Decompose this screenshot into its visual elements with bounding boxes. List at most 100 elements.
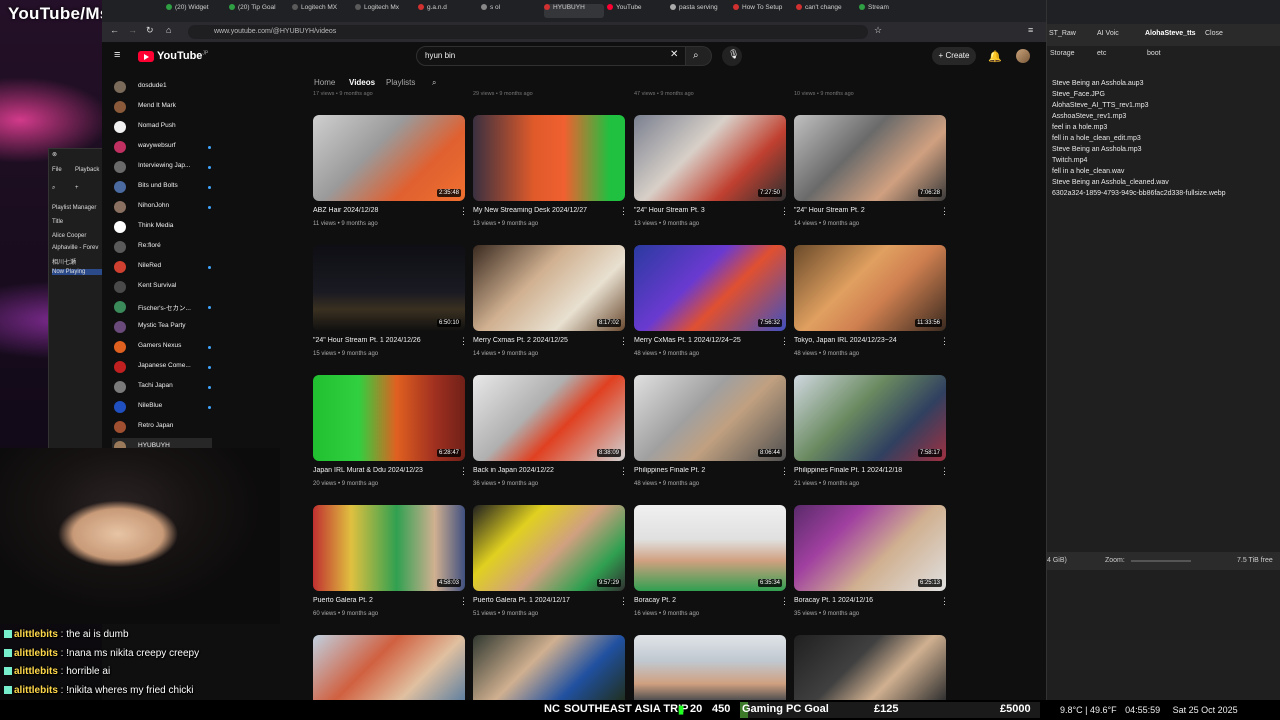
more-options-icon[interactable]: ⋮ xyxy=(619,597,628,606)
file-list-item[interactable]: 6302a324-1859-4793-949c-bb86fac2d338-ful… xyxy=(1052,190,1226,197)
video-title[interactable]: Back in Japan 2024/12/22 xyxy=(473,467,613,474)
file-list-item[interactable]: Steve_Face.JPG xyxy=(1052,91,1105,98)
tab-alohasteve-tts[interactable]: AlohaSteve_tts xyxy=(1145,30,1196,37)
more-options-icon[interactable]: ⋮ xyxy=(459,207,468,216)
video-card[interactable]: My New Streaming Desk 2024/12/27 13 views… xyxy=(473,115,628,237)
more-options-icon[interactable]: ⋮ xyxy=(780,597,789,606)
video-title[interactable]: Boracay Pt. 2 xyxy=(634,597,774,604)
video-card[interactable]: 7:06:28 "24" Hour Stream Pt. 2 14 views • … xyxy=(794,115,949,237)
video-card[interactable]: 7:58:17 Philippines Finale Pt. 1 2024/12/… xyxy=(794,375,949,497)
video-title[interactable]: Philippines Finale Pt. 1 2024/12/18 xyxy=(794,467,934,474)
video-thumbnail[interactable] xyxy=(313,635,465,700)
more-options-icon[interactable]: ⋮ xyxy=(619,337,628,346)
video-thumbnail[interactable]: 7:06:28 xyxy=(794,115,946,201)
video-thumbnail[interactable] xyxy=(794,635,946,700)
video-thumbnail[interactable]: 2:35:48 xyxy=(313,115,465,201)
title-column-header[interactable]: Title xyxy=(52,219,63,225)
file-list-item[interactable]: feel in a hole.mp3 xyxy=(1052,124,1107,131)
search-icon[interactable]: ⌕ xyxy=(52,185,55,192)
more-options-icon[interactable]: ⋮ xyxy=(459,467,468,476)
video-card[interactable]: 6:35:34 Boracay Pt. 2 16 views • 9 months … xyxy=(634,505,789,627)
video-title[interactable]: Puerto Galera Pt. 2 xyxy=(313,597,453,604)
more-options-icon[interactable]: ⋮ xyxy=(940,597,949,606)
breadcrumb-storage[interactable]: Storage xyxy=(1050,50,1075,57)
video-card[interactable]: 7:56:32 Merry CxMas Pt. 1 2024/12/24~25 48… xyxy=(634,245,789,367)
file-list-item[interactable]: fell in a hole_clean.wav xyxy=(1052,168,1124,175)
video-title[interactable]: "24" Hour Stream Pt. 2 xyxy=(794,207,934,214)
file-list-item[interactable]: Steve Being an Asshola.mp3 xyxy=(1052,146,1142,153)
video-thumbnail[interactable]: 7:56:32 xyxy=(634,245,786,331)
video-card[interactable]: 9:57:29 Puerto Galera Pt. 1 2024/12/17 51 … xyxy=(473,505,628,627)
video-thumbnail[interactable] xyxy=(473,635,625,700)
close-button[interactable]: Close xyxy=(1205,30,1223,37)
video-title[interactable]: Boracay Pt. 1 2024/12/16 xyxy=(794,597,934,604)
breadcrumb-etc[interactable]: etc xyxy=(1097,50,1106,57)
video-card[interactable]: 11:33:56 Tokyo, Japan IRL 2024/12/23~24 48… xyxy=(794,245,949,367)
video-title[interactable]: ABZ Hair 2024/12/28 xyxy=(313,207,453,214)
file-manager-window[interactable]: ST_Raw AI Voic AlohaSteve_tts Close Stor… xyxy=(1046,0,1280,700)
more-options-icon[interactable]: ⋮ xyxy=(780,467,789,476)
menu-file[interactable]: File xyxy=(52,167,62,173)
more-options-icon[interactable]: ⋮ xyxy=(459,597,468,606)
add-icon[interactable]: + xyxy=(75,185,79,191)
file-list-item[interactable]: Steve Being an Asshola_cleaned.wav xyxy=(1052,179,1169,186)
video-card[interactable]: 6:28:47 Japan IRL Murat & Ddu 2024/12/23 2… xyxy=(313,375,468,497)
video-title[interactable]: "24" Hour Stream Pt. 1 2024/12/26 xyxy=(313,337,453,344)
video-card[interactable]: 8:38:09 Back in Japan 2024/12/22 36 views … xyxy=(473,375,628,497)
more-options-icon[interactable]: ⋮ xyxy=(940,207,949,216)
video-title[interactable]: Japan IRL Murat & Ddu 2024/12/23 xyxy=(313,467,453,474)
video-thumbnail[interactable]: 8:38:09 xyxy=(473,375,625,461)
video-card[interactable]: 7:27:50 "24" Hour Stream Pt. 3 13 views • … xyxy=(634,115,789,237)
video-title[interactable]: Tokyo, Japan IRL 2024/12/23~24 xyxy=(794,337,934,344)
more-options-icon[interactable]: ⋮ xyxy=(459,337,468,346)
video-card[interactable] xyxy=(473,635,625,700)
playlist-item[interactable]: 相川七瀬 xyxy=(52,257,76,266)
video-card[interactable]: 8:06:44 Philippines Finale Pt. 2 48 views … xyxy=(634,375,789,497)
video-title[interactable]: My New Streaming Desk 2024/12/27 xyxy=(473,207,613,214)
file-list-item[interactable]: AsshoaSteve_rev1.mp3 xyxy=(1052,113,1126,120)
file-list-item[interactable]: AlohaSteve_AI_TTS_rev1.mp3 xyxy=(1052,102,1149,109)
file-list-item[interactable]: Steve Being an Asshola.aup3 xyxy=(1052,80,1143,87)
file-list-item[interactable]: Twitch.mp4 xyxy=(1052,157,1087,164)
video-card[interactable] xyxy=(313,635,465,700)
tab-st-raw[interactable]: ST_Raw xyxy=(1049,30,1076,37)
playlist-item[interactable]: Alice Cooper xyxy=(52,233,86,239)
video-card[interactable]: 8:17:02 Merry Cxmas Pt. 2 2024/12/25 14 vi… xyxy=(473,245,628,367)
video-card[interactable]: 6:25:13 Boracay Pt. 1 2024/12/16 35 views … xyxy=(794,505,949,627)
video-title[interactable]: Puerto Galera Pt. 1 2024/12/17 xyxy=(473,597,613,604)
video-thumbnail[interactable] xyxy=(473,115,625,201)
video-thumbnail[interactable]: 6:50:10 xyxy=(313,245,465,331)
video-thumbnail[interactable]: 4:58:03 xyxy=(313,505,465,591)
video-title[interactable]: Merry Cxmas Pt. 2 2024/12/25 xyxy=(473,337,613,344)
more-options-icon[interactable]: ⋮ xyxy=(940,337,949,346)
breadcrumb-boot[interactable]: boot xyxy=(1147,50,1161,57)
more-options-icon[interactable]: ⋮ xyxy=(619,467,628,476)
video-thumbnail[interactable]: 6:28:47 xyxy=(313,375,465,461)
video-title[interactable]: "24" Hour Stream Pt. 3 xyxy=(634,207,774,214)
video-thumbnail[interactable]: 8:17:02 xyxy=(473,245,625,331)
playlist-item[interactable]: Alphaville - Forev xyxy=(52,245,98,251)
video-card[interactable]: 2:35:48 ABZ Hair 2024/12/28 11 views • 9 m… xyxy=(313,115,468,237)
close-icon[interactable]: ⊗ xyxy=(52,151,57,158)
more-options-icon[interactable]: ⋮ xyxy=(619,207,628,216)
video-title[interactable]: Philippines Finale Pt. 2 xyxy=(634,467,774,474)
video-thumbnail[interactable]: 11:33:56 xyxy=(794,245,946,331)
video-title[interactable]: Merry CxMas Pt. 1 2024/12/24~25 xyxy=(634,337,774,344)
video-thumbnail[interactable] xyxy=(634,635,786,700)
video-card[interactable] xyxy=(794,635,946,700)
video-card[interactable]: 4:58:03 Puerto Galera Pt. 2 60 views • 9 m… xyxy=(313,505,468,627)
video-thumbnail[interactable]: 8:06:44 xyxy=(634,375,786,461)
more-options-icon[interactable]: ⋮ xyxy=(780,337,789,346)
video-thumbnail[interactable]: 9:57:29 xyxy=(473,505,625,591)
file-list-item[interactable]: fell in a hole_clean_edit.mp3 xyxy=(1052,135,1141,142)
video-thumbnail[interactable]: 7:27:50 xyxy=(634,115,786,201)
menu-playback[interactable]: Playback xyxy=(75,167,99,173)
video-card[interactable]: 6:50:10 "24" Hour Stream Pt. 1 2024/12/26… xyxy=(313,245,468,367)
video-thumbnail[interactable]: 6:25:13 xyxy=(794,505,946,591)
video-thumbnail[interactable]: 6:35:34 xyxy=(634,505,786,591)
zoom-slider[interactable] xyxy=(1131,560,1191,562)
video-thumbnail[interactable]: 7:58:17 xyxy=(794,375,946,461)
tab-ai-voice[interactable]: AI Voic xyxy=(1097,30,1119,37)
playlist-item[interactable]: Now Playing xyxy=(52,269,106,275)
video-card[interactable] xyxy=(634,635,786,700)
